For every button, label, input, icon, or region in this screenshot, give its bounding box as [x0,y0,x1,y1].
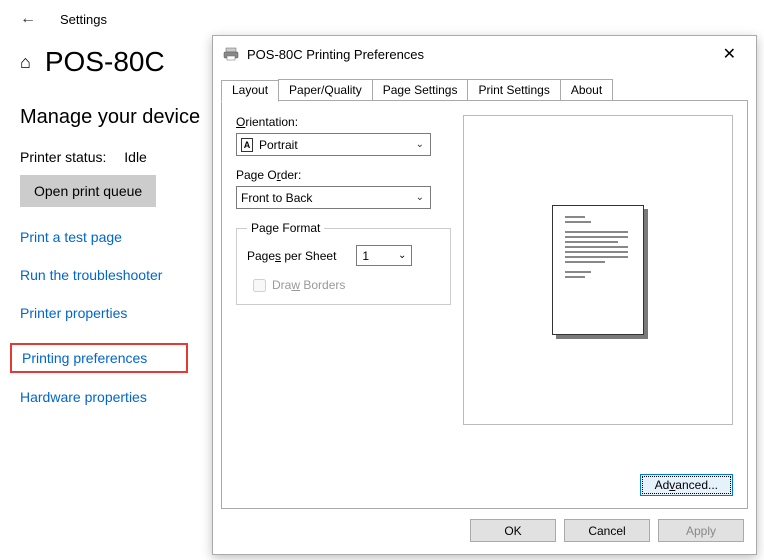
page-order-dropdown[interactable]: Front to Back ⌄ [236,186,431,209]
page-preview [463,115,733,425]
orientation-dropdown[interactable]: A Portrait ⌄ [236,133,431,156]
page-title: POS-80C [45,46,165,78]
page-order-value: Front to Back [241,191,312,205]
cancel-button[interactable]: Cancel [564,519,650,542]
settings-header: Settings [60,12,107,27]
tab-layout[interactable]: Layout [221,80,279,102]
orientation-value: Portrait [259,138,298,152]
pages-per-sheet-value: 1 [362,249,369,263]
highlight-box: Printing preferences [10,343,188,373]
page-order-label: Page Order: [236,168,446,182]
link-hardware-properties[interactable]: Hardware properties [20,389,147,405]
pages-per-sheet-label: Pages per Sheet [247,249,336,263]
draw-borders-checkbox [253,279,266,292]
pages-per-sheet-dropdown[interactable]: 1 ⌄ [356,245,412,266]
status-label: Printer status: [20,149,106,165]
close-icon[interactable]: ✕ [713,44,746,64]
tab-about[interactable]: About [560,79,613,101]
draw-borders-label: Draw Borders [272,278,345,292]
chevron-down-icon: ⌄ [398,250,406,261]
portrait-icon: A [241,138,253,152]
chevron-down-icon: ⌄ [416,139,424,150]
printer-icon [223,46,239,62]
printing-preferences-dialog: POS-80C Printing Preferences ✕ Layout Pa… [212,35,757,555]
titlebar: POS-80C Printing Preferences ✕ [213,36,756,72]
status-value: Idle [124,149,147,165]
open-print-queue-button[interactable]: Open print queue [20,175,156,207]
link-run-troubleshooter[interactable]: Run the troubleshooter [20,267,162,283]
link-printing-preferences[interactable]: Printing preferences [22,350,147,366]
page-format-group: Page Format Pages per Sheet 1 ⌄ Draw Bor… [236,221,451,305]
tab-print-settings[interactable]: Print Settings [467,79,560,101]
chevron-down-icon: ⌄ [416,192,424,203]
tab-paper-quality[interactable]: Paper/Quality [278,79,373,101]
preview-page-icon [552,205,644,335]
advanced-button[interactable]: Advanced... [640,474,733,496]
tab-page-settings[interactable]: Page Settings [372,79,469,101]
page-format-legend: Page Format [247,221,324,235]
home-icon[interactable]: ⌂ [20,52,31,73]
tab-container: Layout Paper/Quality Page Settings Print… [221,100,748,509]
dialog-buttons: OK Cancel Apply [213,509,756,554]
back-icon[interactable]: ← [20,10,36,28]
dialog-title: POS-80C Printing Preferences [247,47,713,62]
ok-button[interactable]: OK [470,519,556,542]
orientation-label: Orientation: [236,115,446,129]
apply-button: Apply [658,519,744,542]
link-printer-properties[interactable]: Printer properties [20,305,127,321]
link-print-test-page[interactable]: Print a test page [20,229,122,245]
tabstrip: Layout Paper/Quality Page Settings Print… [221,79,612,101]
